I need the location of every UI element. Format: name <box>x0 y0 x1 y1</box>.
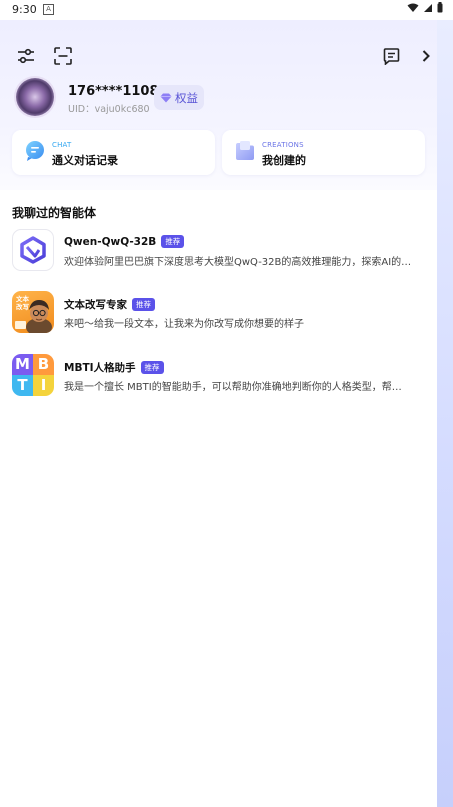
status-time: 9:30 <box>12 3 37 16</box>
recommend-tag: 推荐 <box>161 235 185 248</box>
recommend-tag: 推荐 <box>140 361 164 374</box>
agent-item-qwen[interactable]: Qwen-QwQ-32B 推荐 欢迎体验阿里巴巴旗下深度思考大模型QwQ-32B的… <box>12 229 430 273</box>
agent-name: MBTI人格助手 推荐 <box>64 360 164 375</box>
agent-description: 我是一个擅长 MBTI的智能助手，可以帮助你准确地判断你的人格类型，帮… <box>64 382 402 393</box>
agent-item-text-rewriter[interactable]: 文本改写 文本改写专家 推荐 来吧～给我一段文本，让我来为你改写成你想要的样子 <box>12 291 430 335</box>
diamond-icon <box>160 93 172 102</box>
message-icon <box>383 47 399 65</box>
mbti-letter: I <box>33 375 54 396</box>
filter-settings-button[interactable] <box>14 44 38 68</box>
agent-name: Qwen-QwQ-32B 推荐 <box>64 235 185 248</box>
status-bar: 9:30 A <box>0 0 453 20</box>
recommend-tag: 推荐 <box>132 298 155 311</box>
scan-icon <box>54 47 72 65</box>
signal-icon <box>424 3 432 12</box>
mbti-letter: T <box>12 375 33 396</box>
character-illustration-icon <box>15 300 52 333</box>
rights-button[interactable]: 权益 <box>154 85 204 110</box>
chat-card-kicker: CHAT <box>52 141 72 149</box>
user-uid: UID：vaju0kc680 <box>68 104 150 115</box>
filter-sliders-icon <box>18 48 34 64</box>
right-edge-panel <box>437 20 453 807</box>
wifi-icon <box>407 3 419 12</box>
agent-name-text: MBTI人格助手 <box>64 362 136 374</box>
chevron-right-icon <box>422 50 430 62</box>
chat-bubble-icon <box>26 141 44 161</box>
mbti-letter: M <box>12 354 33 375</box>
agent-name: 文本改写专家 推荐 <box>64 297 155 312</box>
creations-card[interactable]: CREATIONS 我创建的 <box>222 130 425 175</box>
agent-name-text: 文本改写专家 <box>64 299 127 311</box>
folder-icon <box>236 141 254 160</box>
notification-icon: A <box>43 4 54 15</box>
text-rewriter-avatar: 文本改写 <box>12 291 54 333</box>
chat-card-icon-wrap <box>24 140 46 166</box>
qwen-avatar <box>12 229 54 271</box>
mbti-letter: B <box>33 354 54 375</box>
section-title: 我聊过的智能体 <box>12 206 97 220</box>
user-avatar[interactable] <box>16 78 54 116</box>
scan-button[interactable] <box>51 44 75 68</box>
status-icons <box>407 2 443 13</box>
chat-history-card[interactable]: CHAT 通义对话记录 <box>12 130 215 175</box>
rights-label: 权益 <box>175 90 198 105</box>
agent-name-text: Qwen-QwQ-32B <box>64 236 157 248</box>
agent-description: 欢迎体验阿里巴巴旗下深度思考大模型QwQ-32B的高效推理能力，探索AI的… <box>64 257 412 268</box>
creations-card-icon-wrap <box>234 140 256 166</box>
agent-description: 来吧～给我一段文本，让我来为你改写成你想要的样子 <box>64 319 304 330</box>
expand-button[interactable] <box>414 44 438 68</box>
mbti-avatar: M B T I <box>12 354 54 396</box>
messages-button[interactable] <box>379 44 403 68</box>
user-phone: 176****1108 <box>68 84 159 99</box>
creations-card-label: 我创建的 <box>262 154 306 167</box>
battery-icon <box>437 2 443 13</box>
chat-card-label: 通义对话记录 <box>52 154 118 167</box>
qwen-logo-icon <box>20 236 46 264</box>
creations-card-kicker: CREATIONS <box>262 141 304 149</box>
agent-item-mbti[interactable]: M B T I MBTI人格助手 推荐 我是一个擅长 MBTI的智能助手，可以帮助… <box>12 354 430 398</box>
